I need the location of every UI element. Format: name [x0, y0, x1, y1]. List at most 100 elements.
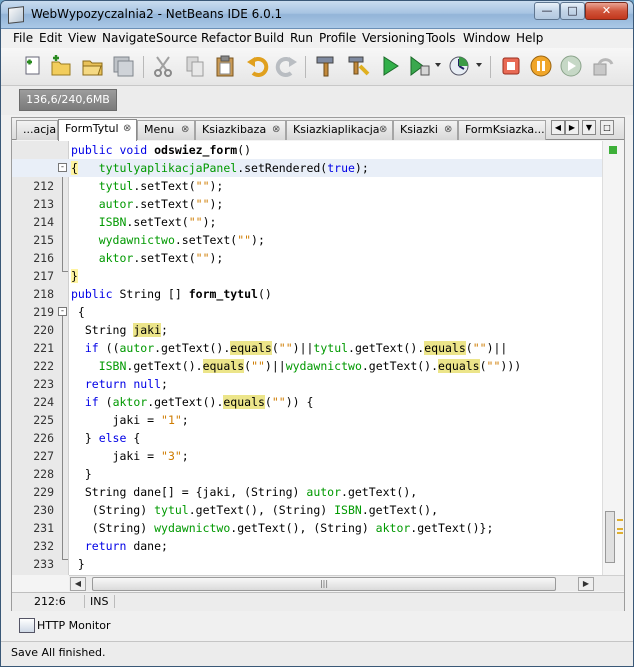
- tab-scroll-right-icon[interactable]: ▶: [565, 120, 579, 135]
- code-editor[interactable]: 211 public void odswiez_form() 212 - { t…: [12, 141, 624, 575]
- code-line-214: 214 autor.setText("");: [33, 197, 224, 229]
- tab-close-icon[interactable]: ⊗: [181, 121, 189, 139]
- pause-icon[interactable]: [529, 54, 553, 78]
- continue-icon[interactable]: [559, 54, 583, 78]
- tab-label: Menu: [144, 123, 175, 136]
- menu-bar: File Edit View Navigate Source Refactor …: [1, 29, 633, 48]
- clean-build-icon[interactable]: [346, 54, 370, 78]
- insert-mode: INS: [84, 595, 116, 608]
- scroll-left-icon[interactable]: ◀: [70, 577, 86, 591]
- undo-icon[interactable]: [245, 54, 269, 78]
- code-line-228: 228 jaki = "3";: [33, 449, 189, 481]
- code-line-213: 213 tytul.setText("");: [33, 179, 224, 211]
- ide-status-bar: Save All finished.: [1, 641, 633, 666]
- profile-icon[interactable]: [447, 54, 471, 78]
- menu-run[interactable]: Run: [290, 31, 313, 45]
- tab-formtytul[interactable]: FormTytul ⊗: [58, 119, 137, 141]
- code-line-227: 227 } else {: [33, 431, 141, 463]
- code-line-223: 223 ISBN.getText().equals("")||wydawnict…: [33, 359, 522, 391]
- tab-scroll-left-icon[interactable]: ◀: [551, 120, 565, 135]
- copy-icon[interactable]: [183, 54, 207, 78]
- profile-dropdown-icon[interactable]: [476, 63, 482, 67]
- menu-navigate[interactable]: Navigate: [102, 31, 156, 45]
- code-line-226: 226 jaki = "1";: [33, 413, 189, 445]
- editor-panel: ...acja FormTytul ⊗ Menu ⊗ Ksiazkibaza ⊗ Ks…: [11, 117, 625, 611]
- step-over-icon[interactable]: [591, 54, 615, 78]
- memory-usage-button[interactable]: 136,6/240,6MB: [19, 89, 117, 111]
- debug-dropdown-icon[interactable]: [435, 63, 441, 67]
- code-line-233: 233 return dane;: [33, 539, 168, 571]
- memory-row: 136,6/240,6MB: [1, 86, 633, 115]
- code-line-234: 234 }: [71, 557, 85, 571]
- paste-icon[interactable]: [213, 54, 237, 78]
- error-stripe[interactable]: [602, 141, 624, 575]
- save-all-icon[interactable]: [111, 54, 135, 78]
- run-icon[interactable]: [378, 54, 402, 78]
- menu-tools[interactable]: Tools: [426, 31, 456, 45]
- horizontal-scrollbar[interactable]: ◀ ||| ▶: [69, 575, 624, 591]
- tab-label: FormKsiazka...: [465, 123, 545, 136]
- title-bar[interactable]: WebWypozyczalnia2 - NetBeans IDE 6.0.1 —…: [1, 1, 633, 29]
- netbeans-app-icon: [8, 6, 24, 24]
- code-line-211: 211 public void odswiez_form(): [33, 143, 252, 175]
- menu-view[interactable]: View: [68, 31, 96, 45]
- tab-close-icon[interactable]: ⊗: [444, 121, 452, 139]
- vertical-scroll-thumb[interactable]: [605, 511, 615, 563]
- window-title: WebWypozyczalnia2 - NetBeans IDE 6.0.1: [31, 7, 283, 21]
- new-file-icon[interactable]: [21, 54, 45, 78]
- code-line-225: 225 if (aktor.getText().equals("")) {: [33, 395, 314, 427]
- menu-file[interactable]: File: [13, 31, 33, 45]
- cut-icon[interactable]: [151, 54, 175, 78]
- http-monitor-label: HTTP Monitor: [37, 619, 111, 632]
- code-line-220: 220 - {: [33, 305, 85, 337]
- fold-toggle-icon[interactable]: -: [58, 163, 67, 172]
- menu-edit[interactable]: Edit: [39, 31, 62, 45]
- build-hammer-icon[interactable]: [314, 54, 338, 78]
- tab-ksiazki[interactable]: Ksiazki ⊗: [393, 120, 458, 140]
- tab-list-dropdown-icon[interactable]: ▼: [582, 120, 596, 135]
- scroll-right-icon[interactable]: ▶: [578, 577, 594, 591]
- tab-label: Ksiazki: [400, 123, 438, 136]
- tab-close-icon[interactable]: ⊗: [123, 120, 131, 138]
- status-message: Save All finished.: [11, 646, 106, 659]
- code-line-217: 217 aktor.setText("");: [33, 251, 224, 283]
- tab-close-icon[interactable]: ⊗: [379, 121, 387, 139]
- caret-position: 212:6: [34, 595, 66, 608]
- menu-build[interactable]: Build: [254, 31, 284, 45]
- menu-help[interactable]: Help: [516, 31, 543, 45]
- open-project-icon[interactable]: [81, 54, 105, 78]
- close-button[interactable]: ✕: [585, 2, 628, 20]
- ide-window: WebWypozyczalnia2 - NetBeans IDE 6.0.1 —…: [0, 0, 634, 667]
- tab-label: Ksiazkiaplikacja: [293, 123, 380, 136]
- tab-menu[interactable]: Menu ⊗: [137, 120, 195, 140]
- http-monitor-tab[interactable]: HTTP Monitor: [11, 616, 211, 636]
- http-monitor-icon: [19, 618, 35, 633]
- stop-icon[interactable]: [499, 54, 523, 78]
- code-line-215: 215 ISBN.setText("");: [33, 215, 217, 247]
- menu-profile[interactable]: Profile: [319, 31, 356, 45]
- code-line-221: 221 String jaki;: [33, 323, 168, 355]
- tab-close-icon[interactable]: ⊗: [272, 121, 280, 139]
- menu-source[interactable]: Source: [156, 31, 197, 45]
- menu-window[interactable]: Window: [463, 31, 510, 45]
- debug-icon[interactable]: [407, 54, 431, 78]
- code-line-231: 231 (String) tytul.getText(), (String) I…: [33, 503, 438, 535]
- code-line-232: 232 (String) wydawnictwo.getText(), (Str…: [33, 521, 494, 553]
- tab-label: Ksiazkibaza: [202, 123, 267, 136]
- tab-ksiazkiaplikacja[interactable]: Ksiazkiaplikacja ⊗: [286, 120, 393, 140]
- menu-refactor[interactable]: Refactor: [201, 31, 251, 45]
- tab-ksiazkibaza[interactable]: Ksiazkibaza ⊗: [195, 120, 286, 140]
- editor-status-bar: 212:6 INS: [12, 592, 624, 611]
- fold-toggle-icon[interactable]: -: [58, 307, 67, 316]
- menu-versioning[interactable]: Versioning: [362, 31, 425, 45]
- minimize-button[interactable]: —: [534, 2, 560, 20]
- maximize-editor-icon[interactable]: □: [600, 120, 614, 135]
- tab-formksiazka[interactable]: FormKsiazka...: [458, 120, 546, 140]
- horizontal-scroll-thumb[interactable]: |||: [92, 577, 556, 591]
- tab-aplikacja[interactable]: ...acja: [16, 120, 58, 140]
- redo-icon[interactable]: [275, 54, 299, 78]
- tab-label: FormTytul: [65, 122, 119, 135]
- code-line-230: 230 String dane[] = {jaki, (String) auto…: [33, 485, 418, 517]
- new-project-icon[interactable]: [49, 54, 73, 78]
- maximize-button[interactable]: □: [560, 2, 585, 20]
